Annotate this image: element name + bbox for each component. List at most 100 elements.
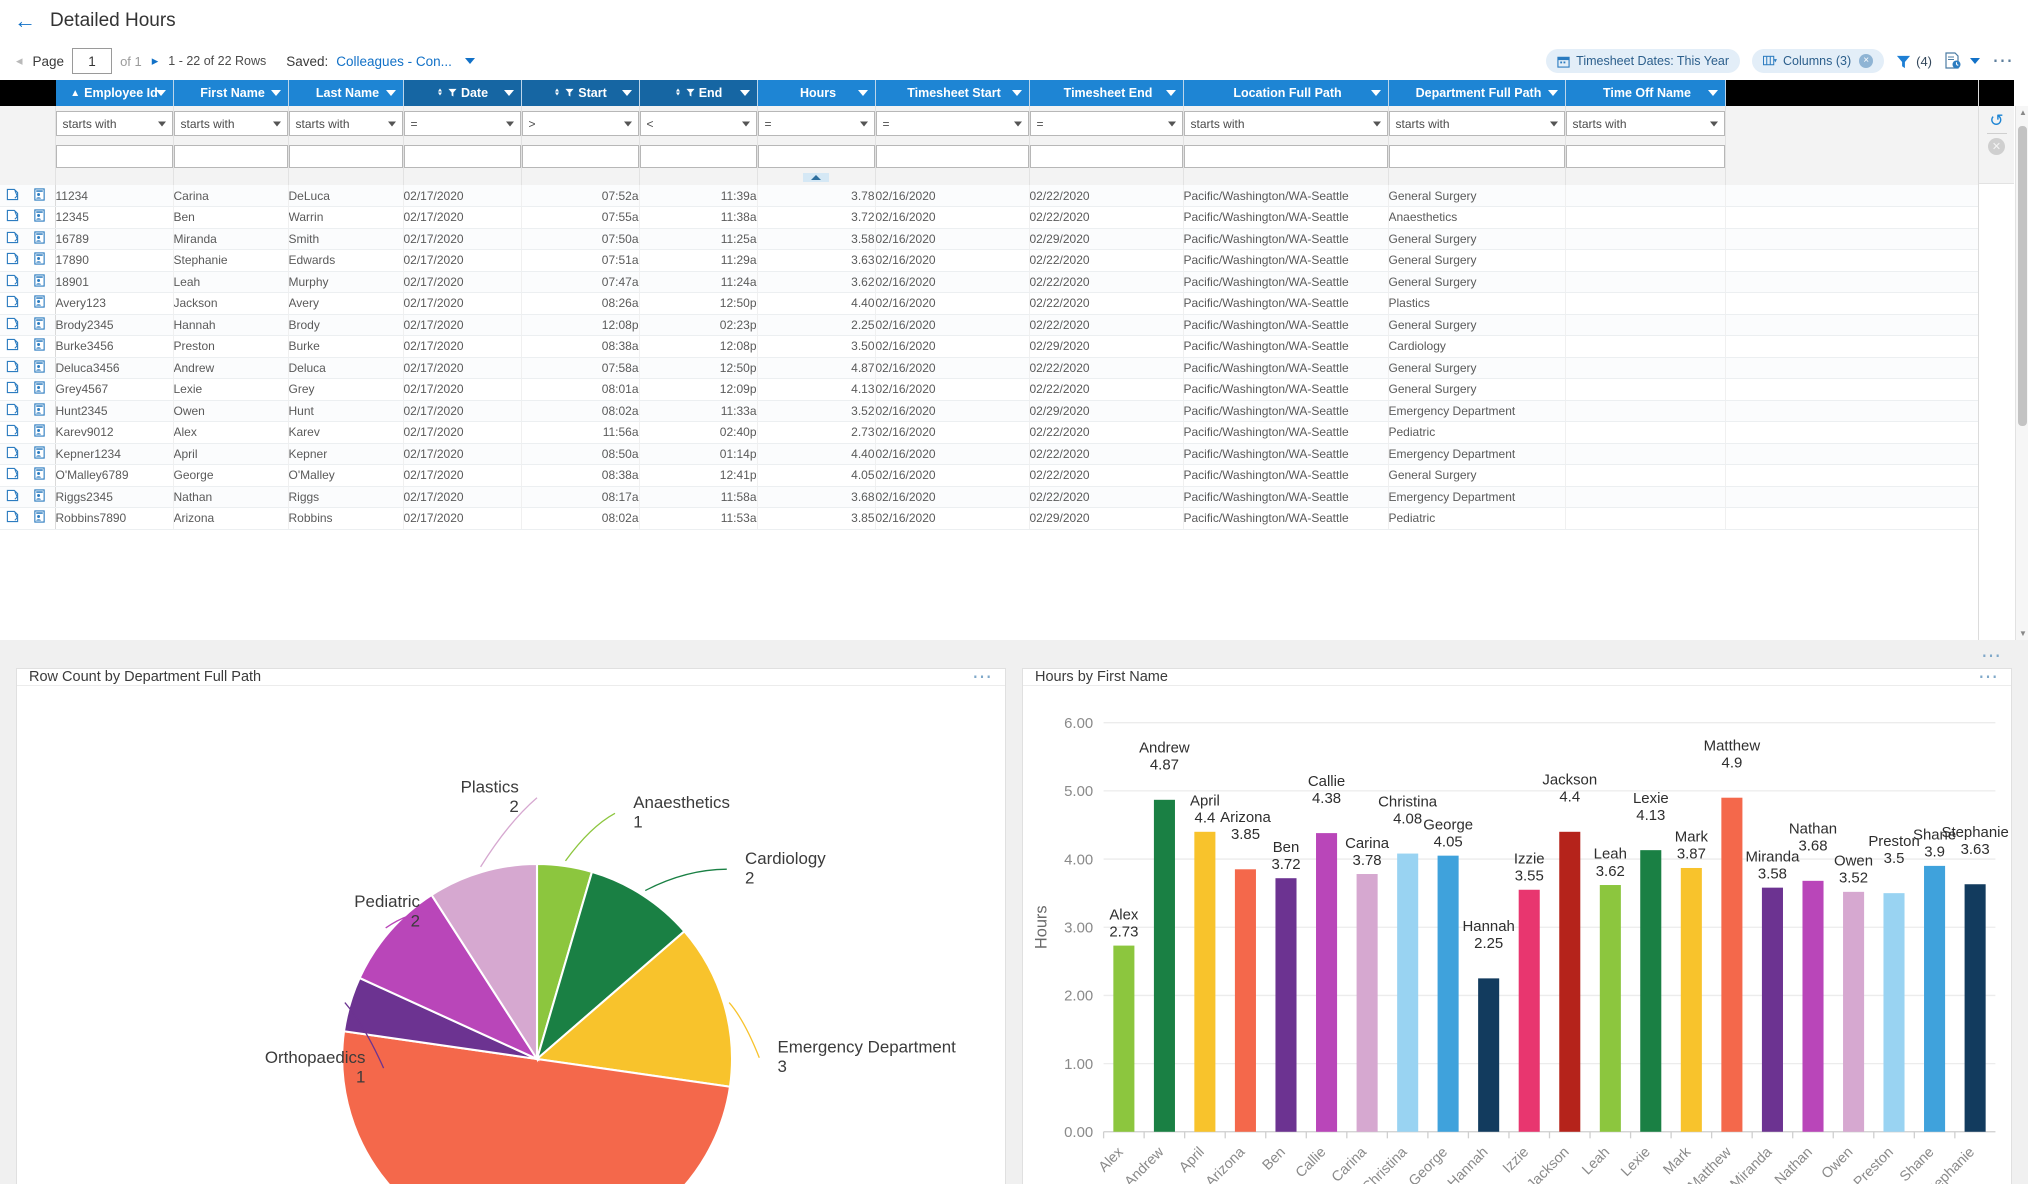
grid-scroll-region[interactable]: ▲ Employee Id First Name Last Name Date Start…	[0, 80, 2028, 640]
bar-matthew[interactable]	[1721, 797, 1743, 1132]
filter-value-input[interactable]	[288, 144, 403, 168]
row-detail-cell[interactable]	[25, 486, 56, 508]
bar-leah[interactable]	[1599, 885, 1621, 1132]
row-detail-cell[interactable]	[25, 421, 56, 444]
chevron-down-icon[interactable]	[503, 90, 514, 96]
filter-value-input[interactable]	[875, 144, 1029, 168]
filter-operator-select[interactable]: starts with	[1183, 111, 1388, 136]
person-detail-icon[interactable]	[33, 360, 46, 376]
bar-mark[interactable]	[1680, 867, 1702, 1132]
filter-value-input[interactable]	[757, 144, 875, 168]
person-detail-icon[interactable]	[33, 317, 46, 333]
timesheet-dates-chip[interactable]: Timesheet Dates: This Year	[1546, 49, 1741, 73]
bar-andrew[interactable]	[1153, 799, 1175, 1132]
row-detail-cell[interactable]	[25, 357, 56, 379]
table-row[interactable]: Hunt2345 Owen Hunt 02/17/2020 08:02a 11:33a 3.…	[0, 400, 2014, 422]
export-chevron-down-icon[interactable]	[1970, 58, 1980, 64]
bar-stephanie[interactable]	[1964, 884, 1986, 1132]
grid-vertical-scrollbar[interactable]: ▲ ▼	[2015, 106, 2028, 640]
table-row[interactable]: Burke3456 Preston Burke 02/17/2020 08:38a 12:…	[0, 335, 2014, 358]
row-edit-cell[interactable]	[0, 357, 25, 379]
table-row[interactable]: O'Malley6789 George O'Malley 02/17/2020 08:3…	[0, 464, 2014, 487]
edit-row-icon[interactable]	[6, 489, 19, 505]
person-detail-icon[interactable]	[33, 510, 46, 526]
table-row[interactable]: Robbins7890 Arizona Robbins 02/17/2020 08:02…	[0, 507, 2014, 530]
column-filter-icon[interactable]	[565, 86, 574, 100]
bar-george[interactable]	[1437, 855, 1459, 1132]
row-edit-cell[interactable]	[0, 271, 25, 293]
edit-row-icon[interactable]	[6, 403, 19, 419]
bar-izzie[interactable]	[1518, 889, 1540, 1132]
row-detail-cell[interactable]	[25, 400, 56, 422]
bar-miranda[interactable]	[1761, 887, 1783, 1132]
grid-header-location-full-path[interactable]: Location Full Path	[1183, 80, 1389, 106]
grid-header-first-name[interactable]: First Name	[173, 80, 289, 106]
dashboard-kebab-icon[interactable]: ⋯	[16, 646, 2012, 666]
sort-toggle-icon[interactable]	[674, 86, 683, 100]
row-detail-cell[interactable]	[25, 185, 56, 207]
edit-row-icon[interactable]	[6, 338, 19, 354]
filter-value-input[interactable]	[639, 144, 757, 168]
bar-april[interactable]	[1194, 831, 1216, 1132]
prev-page-button[interactable]: ◂	[14, 53, 25, 69]
filter-operator-select[interactable]: =	[403, 111, 521, 136]
chevron-down-icon[interactable]	[385, 90, 396, 96]
sort-toggle-icon[interactable]	[436, 86, 445, 100]
person-detail-icon[interactable]	[33, 274, 46, 290]
filter-operator-select[interactable]: starts with	[173, 111, 288, 136]
table-row[interactable]: 17890 Stephanie Edwards 02/17/2020 07:51a 11:…	[0, 249, 2014, 272]
filter-operator-select[interactable]: starts with	[1565, 111, 1725, 136]
edit-row-icon[interactable]	[6, 381, 19, 397]
edit-row-icon[interactable]	[6, 231, 19, 247]
bar-preston[interactable]	[1883, 893, 1905, 1132]
column-resize-handle[interactable]	[803, 173, 829, 182]
bar-jackson[interactable]	[1559, 831, 1581, 1132]
grid-header-end[interactable]: End	[639, 80, 758, 106]
edit-row-icon[interactable]	[6, 274, 19, 290]
filter-operator-select[interactable]: starts with	[1388, 111, 1565, 136]
table-row[interactable]: 12345 Ben Warrin 02/17/2020 07:55a 11:38a 3.72…	[0, 206, 2014, 229]
edit-row-icon[interactable]	[6, 295, 19, 311]
chevron-down-icon[interactable]	[270, 90, 281, 96]
row-edit-cell[interactable]	[0, 206, 25, 229]
chevron-down-icon[interactable]	[1547, 90, 1558, 96]
filter-operator-select[interactable]: =	[875, 111, 1029, 136]
bar-shane[interactable]	[1924, 865, 1946, 1132]
bar-christina[interactable]	[1397, 853, 1419, 1132]
bar-lexie[interactable]	[1640, 850, 1662, 1132]
toolbar-kebab-icon[interactable]: ⋯	[1992, 50, 2014, 71]
scroll-up-icon[interactable]: ▲	[2019, 108, 2027, 117]
person-detail-icon[interactable]	[33, 446, 46, 462]
row-detail-cell[interactable]	[25, 206, 56, 229]
bar-hannah[interactable]	[1478, 978, 1500, 1132]
row-edit-cell[interactable]	[0, 486, 25, 508]
person-detail-icon[interactable]	[33, 338, 46, 354]
chevron-down-icon[interactable]	[1165, 90, 1176, 96]
filter-value-input[interactable]	[55, 144, 173, 168]
grid-header-timesheet-start[interactable]: Timesheet Start	[875, 80, 1030, 106]
person-detail-icon[interactable]	[33, 381, 46, 397]
filter-value-input[interactable]	[521, 144, 639, 168]
filter-value-input[interactable]	[173, 144, 288, 168]
card-kebab-icon[interactable]: ⋯	[972, 667, 993, 687]
row-detail-cell[interactable]	[25, 292, 56, 315]
table-row[interactable]: Riggs2345 Nathan Riggs 02/17/2020 08:17a 11:5…	[0, 486, 2014, 508]
bar-owen[interactable]	[1843, 891, 1865, 1132]
row-edit-cell[interactable]	[0, 335, 25, 358]
chevron-down-icon[interactable]	[621, 90, 632, 96]
edit-row-icon[interactable]	[6, 510, 19, 526]
columns-clear-icon[interactable]: ×	[1859, 54, 1874, 68]
filter-operator-select[interactable]: starts with	[288, 111, 403, 136]
table-row[interactable]: Kepner1234 April Kepner 02/17/2020 08:50a 01:…	[0, 443, 2014, 465]
column-filter-icon[interactable]	[686, 86, 695, 100]
row-detail-cell[interactable]	[25, 314, 56, 336]
filter-operator-select[interactable]: <	[639, 111, 757, 136]
row-detail-cell[interactable]	[25, 507, 56, 530]
person-detail-icon[interactable]	[33, 403, 46, 419]
chevron-down-icon[interactable]	[857, 90, 868, 96]
person-detail-icon[interactable]	[33, 467, 46, 483]
bar-callie[interactable]	[1316, 833, 1338, 1132]
saved-view-link[interactable]: Colleagues - Con...	[336, 54, 452, 69]
grid-header-last-name[interactable]: Last Name	[288, 80, 404, 106]
export-button[interactable]	[1944, 52, 1980, 70]
